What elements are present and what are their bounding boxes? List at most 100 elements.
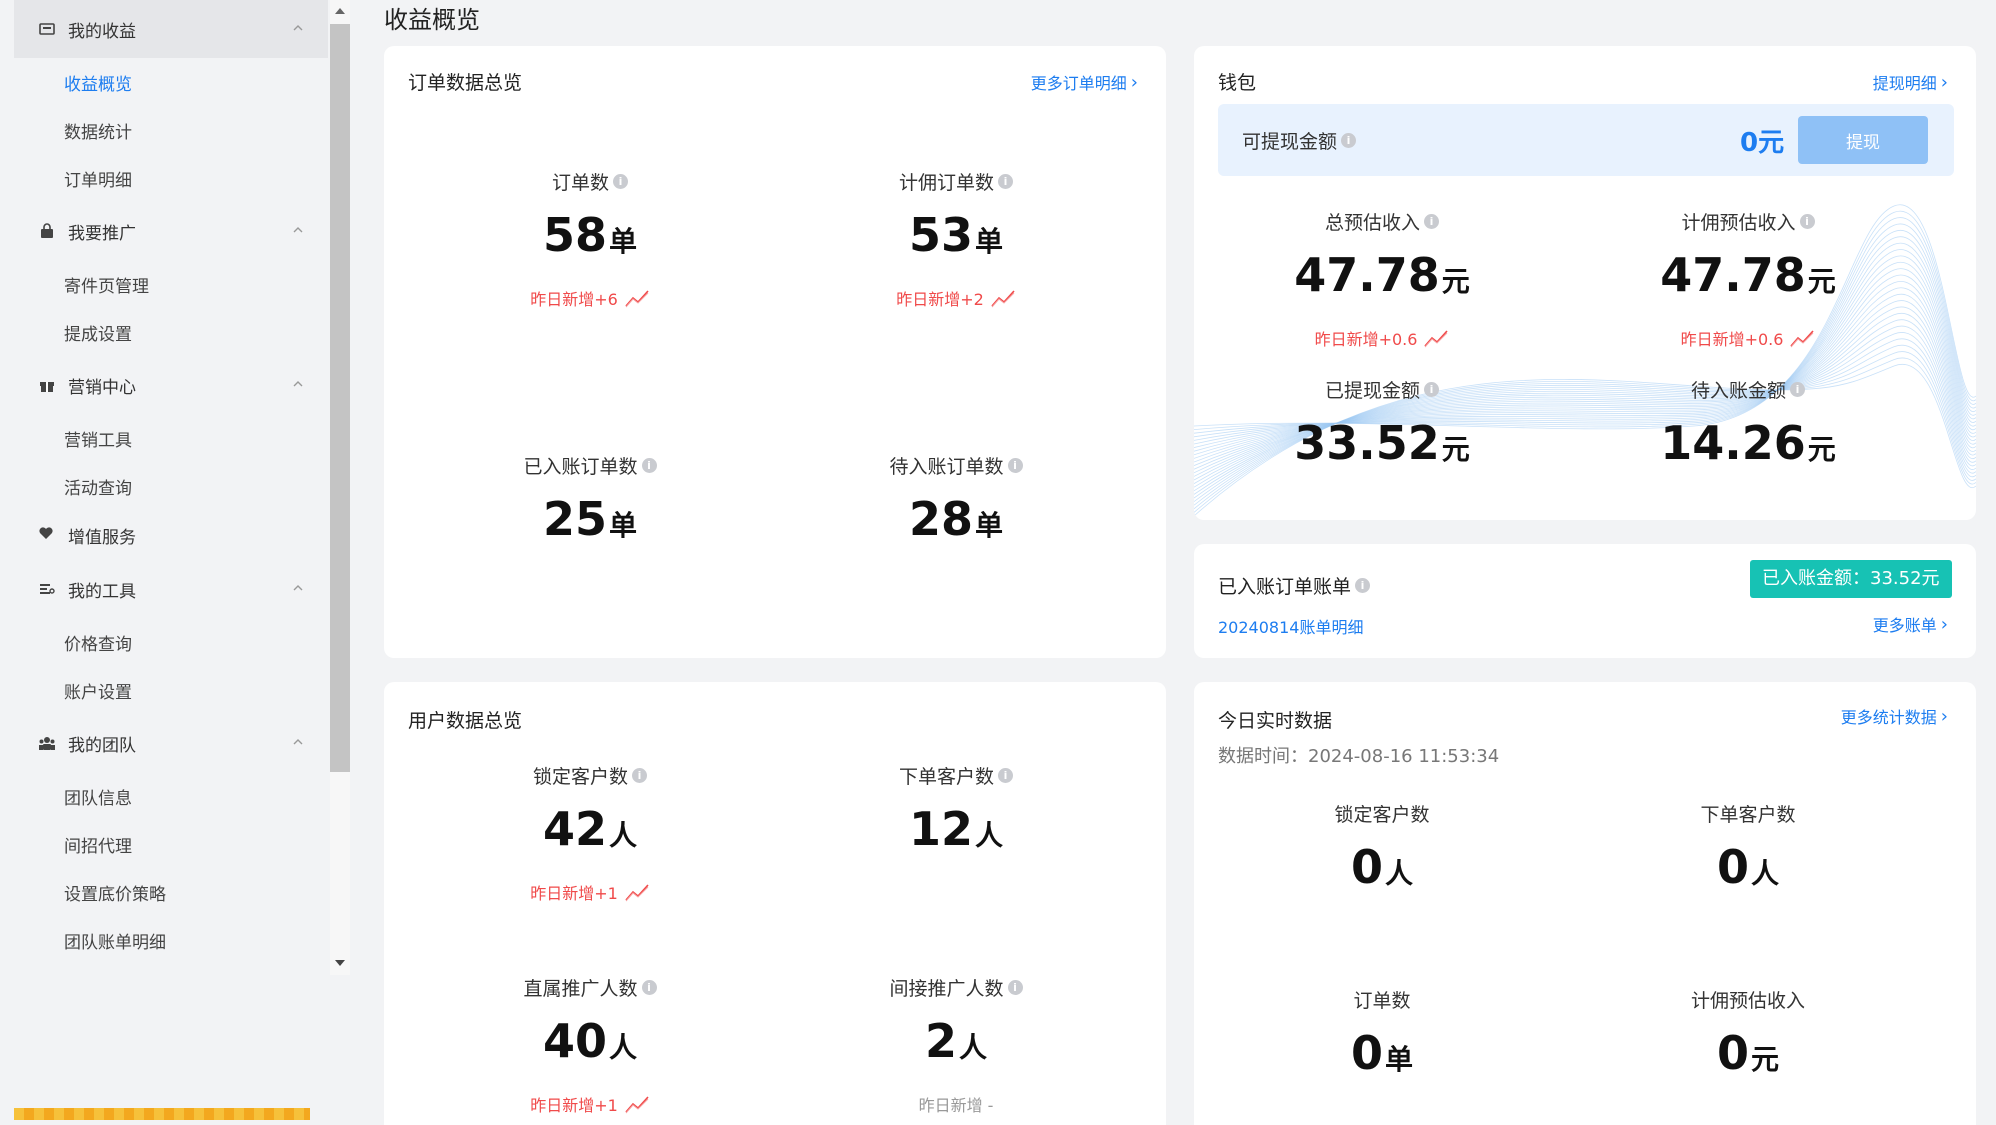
sidebar-item-account-settings[interactable]: 账户设置 [14,666,328,714]
info-icon[interactable]: i [1424,214,1439,229]
sidebar-item-data-stats[interactable]: 数据统计 [14,106,328,154]
chevron-right-icon: › [1940,613,1948,635]
info-icon[interactable]: i [1007,458,1023,473]
sidebar-item-earnings-overview[interactable]: 收益概览 [14,58,328,106]
stat-unit: 单 [609,509,638,542]
info-icon[interactable]: i [1341,133,1357,148]
stat-unit: 人 [959,1031,988,1064]
info-icon[interactable]: i [613,174,628,189]
sidebar-item-commission-setting[interactable]: 提成设置 [14,308,328,356]
scroll-thumb[interactable] [330,24,350,772]
info-icon[interactable]: i [1355,578,1371,593]
users-overview-card: 用户数据总览 锁定客户数 i 42人 昨日新增+1 下单客户数 i 12人 直属推广… [384,682,1166,1125]
stat-pending-amount: 待入账金额 i 14.26元 [1598,376,1898,476]
info-icon[interactable]: i [1424,382,1439,397]
more-orders-link[interactable]: 更多订单明细 › [1031,70,1138,94]
trend-up-icon [625,1096,649,1114]
sidebar-menu: 我的收益 收益概览 数据统计 订单明细 我要推广 寄件页管理 提成设置 营销中心… [14,0,328,964]
scroll-up-icon[interactable] [333,6,347,16]
settled-bill-card: 已入账订单账单 i 已入账金额：33.52元 20240814账单明细 更多账单 › [1194,544,1976,658]
stat-unit: 元 [1807,265,1836,298]
sidebar-item-team-info[interactable]: 团队信息 [14,772,328,820]
stat-commission-estimated-income: 计佣预估收入 i 47.78元 昨日新增+0.6 [1598,208,1898,350]
trend-up-icon [625,884,649,902]
sidebar-scrollbar[interactable] [328,0,352,980]
sidebar-item-value-added[interactable]: 增值服务 [14,510,328,560]
chevron-right-icon: › [1940,705,1948,727]
info-icon[interactable]: i [1007,980,1023,995]
stat-today-ordering-customers: 下单客户数 0人 [1598,800,1898,900]
scroll-down-icon[interactable] [333,958,347,968]
stat-unit: 元 [1441,265,1470,298]
sidebar-item-indirect-agent[interactable]: 间招代理 [14,820,328,868]
link-label: 更多统计数据 [1840,708,1937,727]
stat-label: 计佣订单数 [898,172,994,194]
info-icon[interactable]: i [1790,382,1805,397]
stat-today-commission-income: 计佣预估收入 0元 [1598,986,1898,1086]
stat-label: 订单数 [551,172,609,194]
stat-locked-customers: 锁定客户数 i 42人 昨日新增+1 [440,762,740,904]
info-icon[interactable]: i [998,768,1013,783]
bill-date-link[interactable]: 20240814账单明细 [1218,614,1363,638]
info-icon[interactable]: i [1799,214,1815,229]
sidebar-group-marketing[interactable]: 营销中心 [14,356,328,414]
stat-settled-order-count: 已入账订单数 i 25单 [440,452,740,552]
sidebar-item-label: 增值服务 [68,527,136,548]
stat-label: 总预估收入 [1324,212,1420,234]
withdrawable-label: 可提现金额 [1242,131,1338,153]
stat-total-estimated-income: 总预估收入 i 47.78元 昨日新增+0.6 [1232,208,1532,350]
stat-value: 12 [908,802,973,856]
stat-label: 订单数 [1353,990,1411,1012]
sidebar-group-team[interactable]: 我的团队 [14,714,328,772]
stat-value: 25 [542,492,607,546]
sidebar-item-team-bill[interactable]: 团队账单明细 [14,916,328,964]
stat-value: 0 [1350,1026,1383,1080]
sidebar-group-tools[interactable]: 我的工具 [14,560,328,618]
more-stats-link[interactable]: 更多统计数据 › [1841,704,1948,728]
stat-pending-order-count: 待入账订单数 i 28单 [806,452,1106,552]
info-icon[interactable]: i [632,768,647,783]
sidebar-item-price-query[interactable]: 价格查询 [14,618,328,666]
stat-unit: 人 [1751,857,1780,890]
stat-direct-promoters: 直属推广人数 i 40人 昨日新增+1 [440,974,740,1116]
link-label: 更多账单 [1872,616,1937,635]
more-bills-link[interactable]: 更多账单 › [1873,612,1948,636]
realtime-card-title: 今日实时数据 [1218,710,1333,732]
info-icon[interactable]: i [998,174,1013,189]
realtime-data-card: 今日实时数据 更多统计数据 › 数据时间：2024-08-16 11:53:34 … [1194,682,1976,1125]
link-label: 更多订单明细 [1030,74,1127,93]
withdraw-button[interactable]: 提现 [1798,116,1928,164]
settled-amount-badge: 已入账金额：33.52元 [1750,560,1952,598]
info-icon[interactable]: i [641,458,657,473]
lock-icon [38,222,56,240]
chevron-up-icon [293,381,303,387]
chevron-right-icon: › [1130,71,1138,93]
stat-value: 33.52 [1294,416,1440,470]
sidebar-group-promote[interactable]: 我要推广 [14,202,328,260]
stat-label: 锁定客户数 [532,766,628,788]
sidebar-group-label: 我的团队 [68,735,136,756]
stat-commission-order-count: 计佣订单数 i 53单 昨日新增+2 [806,168,1106,310]
info-icon[interactable]: i [641,980,657,995]
sidebar-item-activity-query[interactable]: 活动查询 [14,462,328,510]
sidebar-item-marketing-tools[interactable]: 营销工具 [14,414,328,462]
sidebar-item-floor-price[interactable]: 设置底价策略 [14,868,328,916]
stat-unit: 单 [609,225,638,258]
sidebar-group-earnings[interactable]: 我的收益 [14,0,328,58]
chevron-right-icon: › [1940,71,1948,93]
wallet-icon [38,20,56,38]
chevron-up-icon [293,585,303,591]
stat-value: 14.26 [1660,416,1806,470]
stat-today-order-count: 订单数 0单 [1232,986,1532,1086]
sidebar: 我的收益 收益概览 数据统计 订单明细 我要推广 寄件页管理 提成设置 营销中心… [0,0,352,1125]
sidebar-item-mail-page[interactable]: 寄件页管理 [14,260,328,308]
withdraw-detail-link[interactable]: 提现明细 › [1873,70,1948,94]
stat-unit: 单 [975,509,1004,542]
sidebar-item-order-detail[interactable]: 订单明细 [14,154,328,202]
promo-banner-strip[interactable] [14,1108,310,1120]
stat-delta: 昨日新增+1 [530,1096,618,1115]
trend-up-icon [625,290,649,308]
page-title: 收益概览 [384,6,480,34]
stat-label: 下单客户数 [898,766,994,788]
stat-order-count: 订单数 i 58单 昨日新增+6 [440,168,740,310]
